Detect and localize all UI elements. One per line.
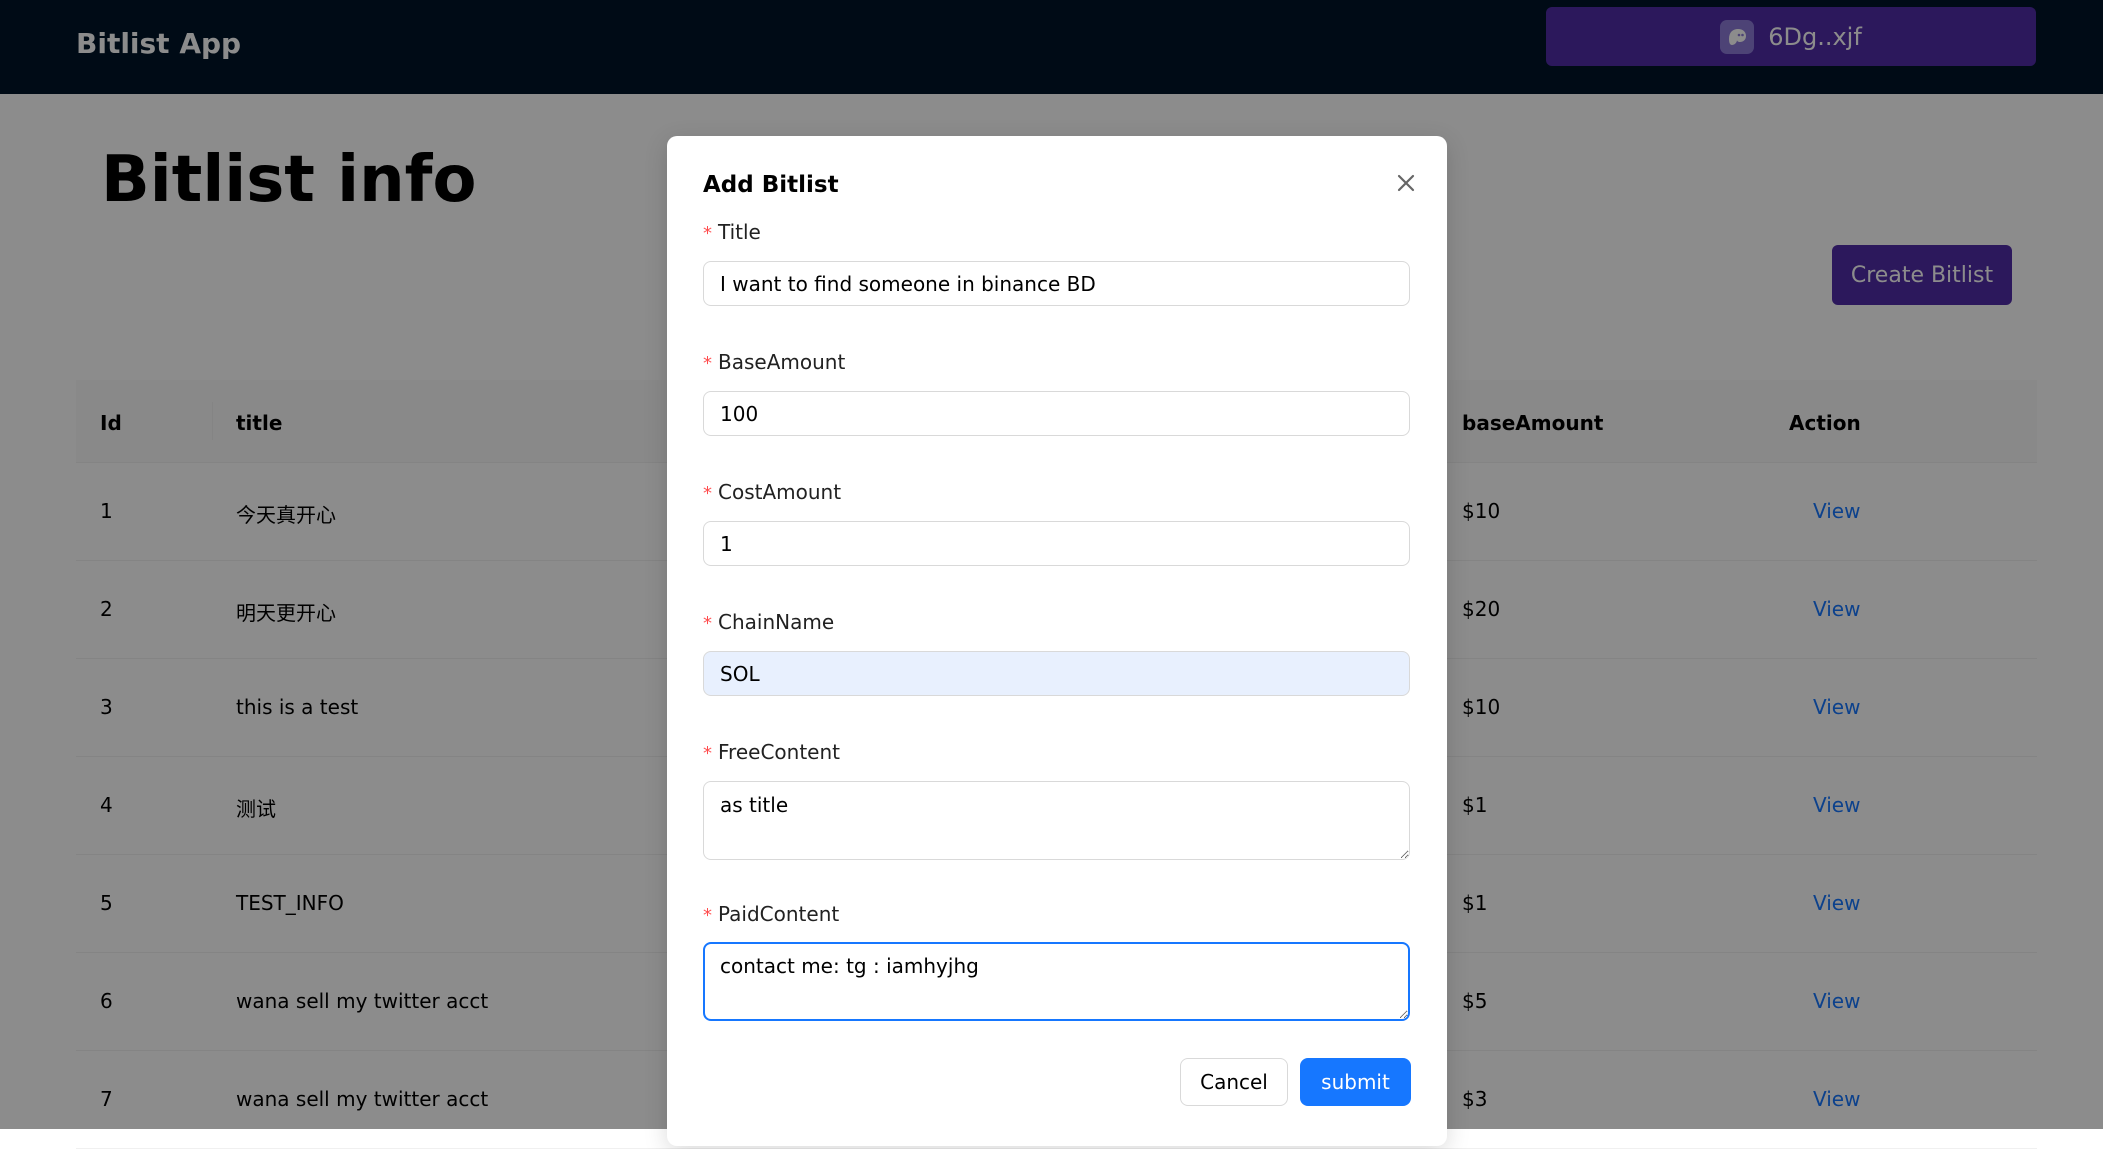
close-icon[interactable] [1389, 166, 1423, 200]
base-amount-label-text: BaseAmount [718, 350, 846, 374]
required-mark: * [703, 613, 712, 634]
title-input[interactable] [703, 261, 1410, 306]
chain-name-input[interactable] [703, 651, 1410, 696]
base-amount-input[interactable] [703, 391, 1410, 436]
chain-name-label-text: ChainName [718, 610, 835, 634]
cost-amount-input[interactable] [703, 521, 1410, 566]
paid-content-label-text: PaidContent [718, 902, 840, 926]
paid-content-label: * PaidContent [703, 902, 839, 926]
free-content-label: * FreeContent [703, 740, 840, 764]
cost-amount-label: * CostAmount [703, 480, 841, 504]
required-mark: * [703, 905, 712, 926]
chain-name-label: * ChainName [703, 610, 834, 634]
cost-amount-label-text: CostAmount [718, 480, 842, 504]
required-mark: * [703, 483, 712, 504]
free-content-textarea[interactable]: as title [703, 781, 1410, 860]
free-content-label-text: FreeContent [718, 740, 840, 764]
required-mark: * [703, 743, 712, 764]
submit-button[interactable]: submit [1300, 1058, 1411, 1106]
required-mark: * [703, 353, 712, 374]
paid-content-textarea[interactable]: contact me: tg : iamhyjhg [703, 942, 1410, 1021]
title-label: * Title [703, 220, 761, 244]
title-label-text: Title [718, 220, 761, 244]
add-bitlist-modal: Add Bitlist * Title * BaseAmount * CostAmou… [667, 136, 1447, 1146]
required-mark: * [703, 223, 712, 244]
modal-title: Add Bitlist [703, 172, 839, 198]
cancel-button[interactable]: Cancel [1180, 1058, 1288, 1106]
base-amount-label: * BaseAmount [703, 350, 845, 374]
